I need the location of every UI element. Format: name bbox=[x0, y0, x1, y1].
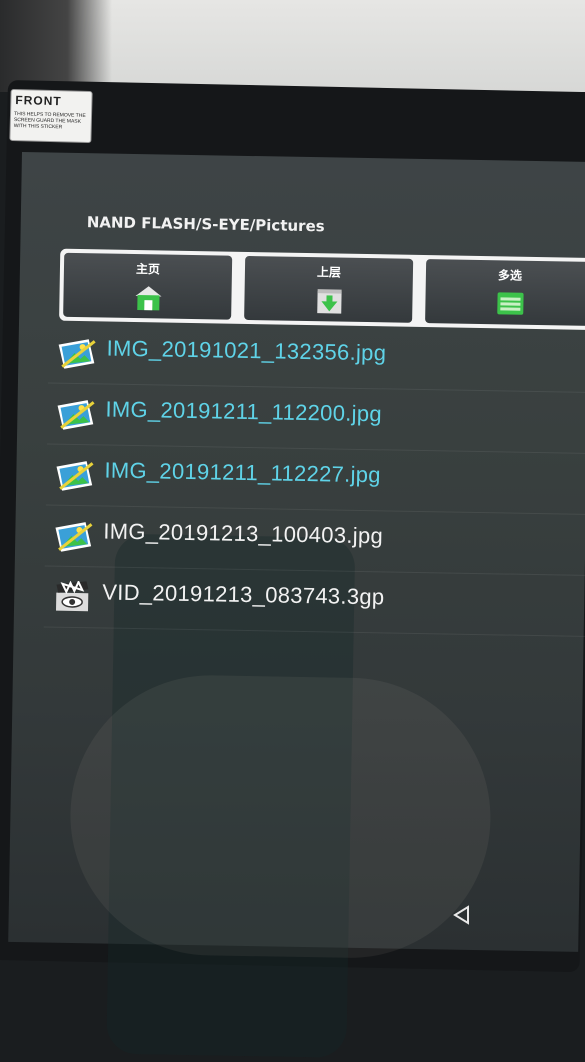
up-button-label: 上层 bbox=[316, 265, 342, 280]
sticker-text: THIS HELPS TO REMOVE THE SCREEN GUARD TH… bbox=[13, 111, 86, 131]
front-sticker: FRONT THIS HELPS TO REMOVE THE SCREEN GU… bbox=[9, 88, 93, 144]
image-file-icon bbox=[55, 522, 93, 552]
back-triangle-icon[interactable] bbox=[452, 905, 472, 925]
file-name: IMG_20191211_112227.jpg bbox=[104, 457, 382, 488]
current-path: NAND FLASH/S-EYE/Pictures bbox=[86, 213, 325, 236]
home-button-label: 主页 bbox=[135, 262, 161, 277]
home-icon bbox=[135, 286, 162, 311]
file-name: VID_20191213_083743.3gp bbox=[102, 579, 385, 610]
up-folder-icon bbox=[317, 289, 342, 314]
sticker-title: FRONT bbox=[15, 93, 62, 109]
file-list: IMG_20191021_132356.jpg IMG_20191211_112… bbox=[43, 322, 585, 638]
file-name: IMG_20191211_112200.jpg bbox=[105, 396, 383, 427]
file-row[interactable]: IMG_20191021_132356.jpg bbox=[47, 322, 585, 394]
file-row[interactable]: IMG_20191211_112227.jpg bbox=[45, 444, 585, 516]
device-screen: NAND FLASH/S-EYE/Pictures 主页 上层 多选 IMG_2… bbox=[8, 152, 585, 1058]
background-shadow bbox=[0, 0, 112, 92]
file-name: IMG_20191213_100403.jpg bbox=[103, 518, 384, 549]
file-row[interactable]: IMG_20191211_112200.jpg bbox=[46, 383, 585, 455]
toolbar: 主页 上层 多选 bbox=[59, 248, 585, 331]
screen-reflection-hand bbox=[68, 672, 493, 961]
image-file-icon bbox=[56, 461, 94, 491]
file-row[interactable]: IMG_20191213_100403.jpg bbox=[44, 505, 585, 577]
home-button[interactable]: 主页 bbox=[63, 252, 233, 320]
list-icon bbox=[497, 292, 524, 315]
multiselect-button-label: 多选 bbox=[497, 268, 523, 283]
image-file-icon bbox=[57, 400, 95, 430]
up-button[interactable]: 上层 bbox=[244, 255, 414, 323]
video-file-icon bbox=[56, 580, 89, 612]
multiselect-button[interactable]: 多选 bbox=[425, 259, 585, 326]
file-name: IMG_20191021_132356.jpg bbox=[106, 335, 387, 366]
image-file-icon bbox=[58, 339, 96, 369]
file-row[interactable]: VID_20191213_083743.3gp bbox=[43, 566, 585, 638]
